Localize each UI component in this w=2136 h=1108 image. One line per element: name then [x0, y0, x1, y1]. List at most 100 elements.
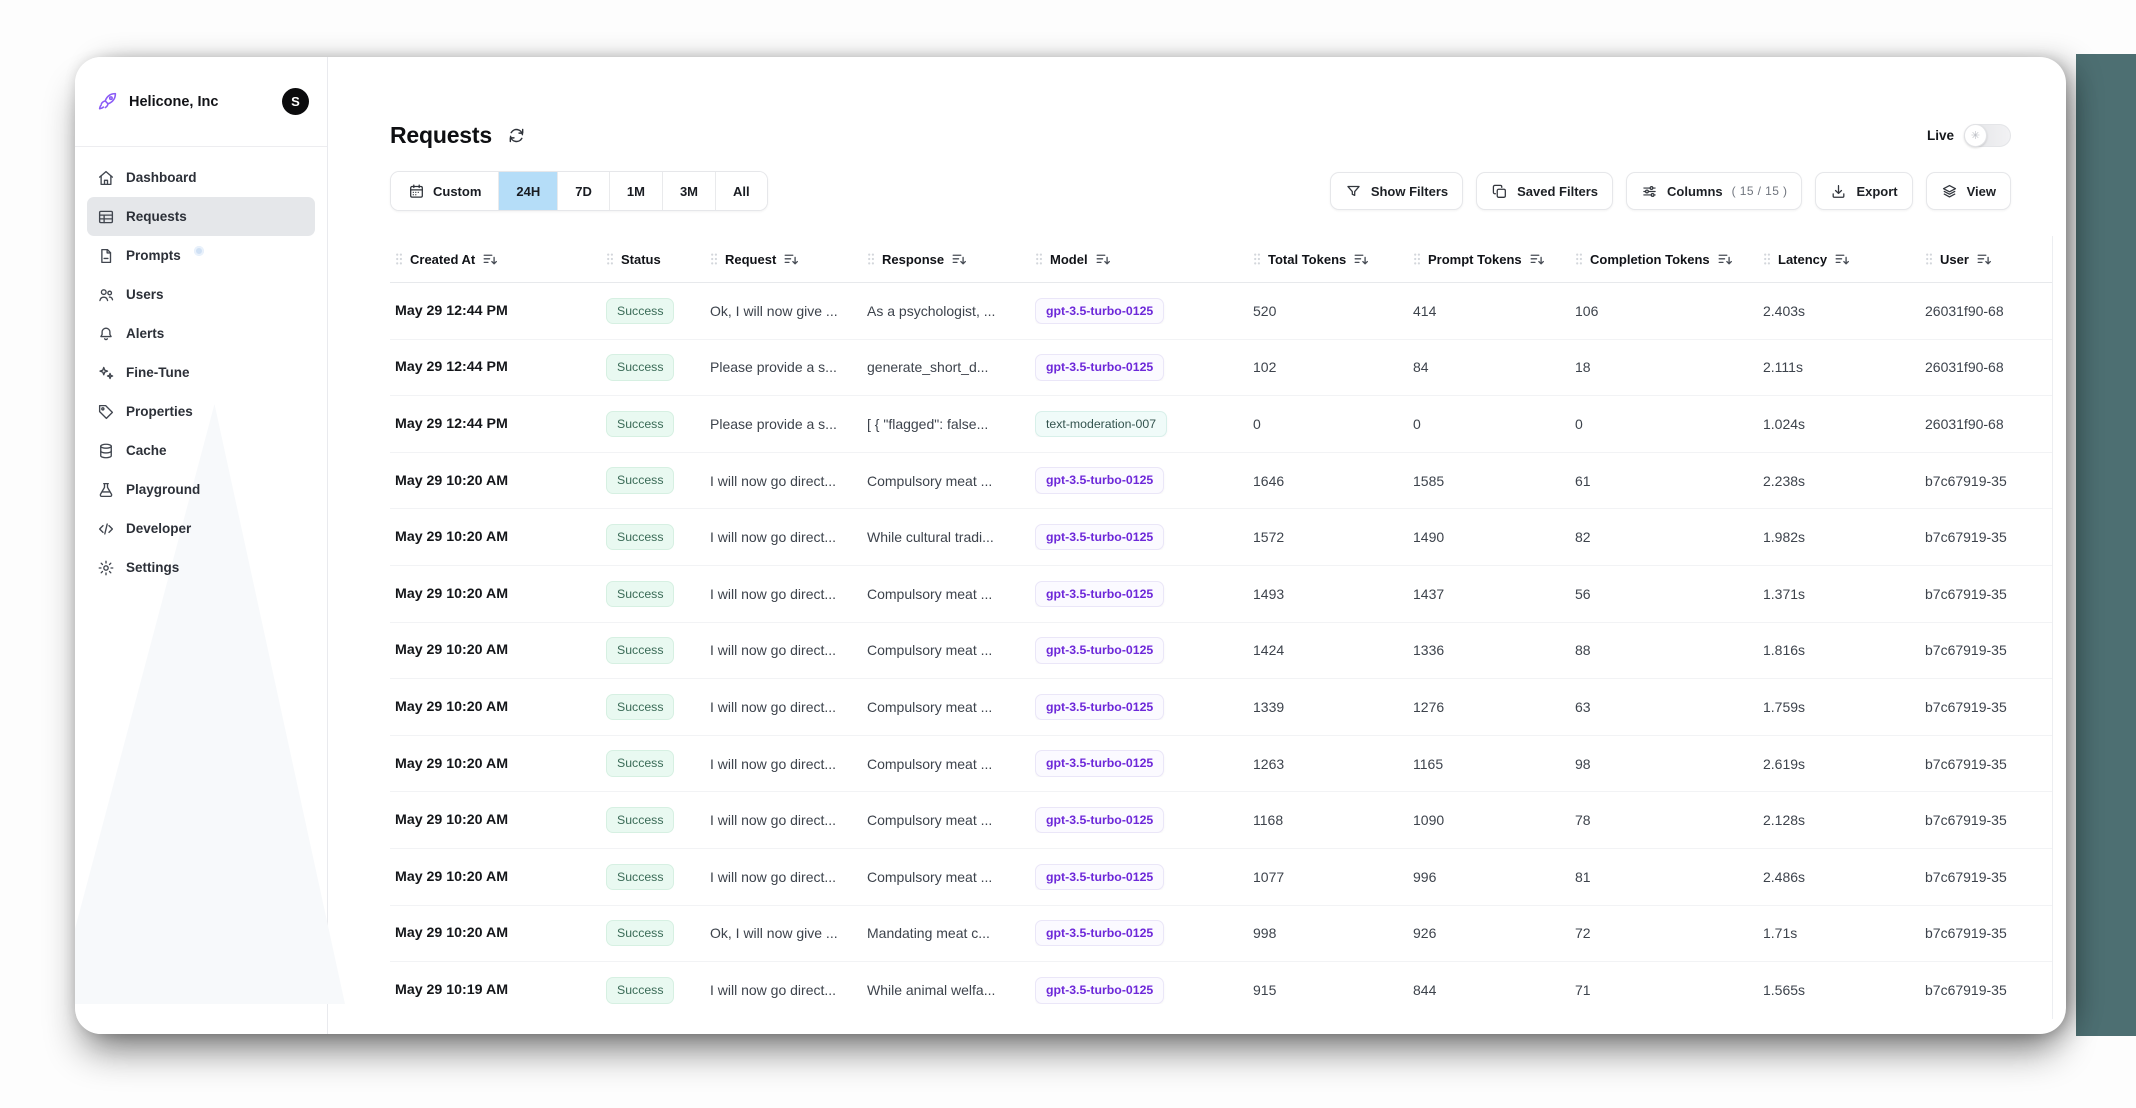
- table-row[interactable]: May 29 10:20 AM Success I will now go di…: [390, 736, 2052, 793]
- time-range-tab[interactable]: 3M: [662, 172, 715, 210]
- cell-response: Compulsory meat ...: [867, 812, 1035, 828]
- sidebar-item-users[interactable]: Users: [87, 275, 315, 314]
- cell-prompt-tokens: 1165: [1413, 756, 1575, 772]
- column-header-label: Request: [725, 252, 776, 267]
- toolbar-button[interactable]: Show Filters: [1330, 172, 1463, 210]
- column-header-status[interactable]: Status: [606, 252, 710, 267]
- time-range-tab[interactable]: All: [715, 172, 767, 210]
- table-row[interactable]: May 29 12:44 PM Success Please provide a…: [390, 396, 2052, 453]
- column-header-request[interactable]: Request: [710, 251, 867, 267]
- toolbar-button[interactable]: Columns ( 15 / 15 ): [1626, 172, 1802, 210]
- table-row[interactable]: May 29 10:20 AM Success I will now go di…: [390, 453, 2052, 510]
- table-body: May 29 12:44 PM Success Ok, I will now g…: [390, 283, 2052, 1019]
- new-badge: [194, 246, 204, 256]
- model-badge: gpt-3.5-turbo-0125: [1035, 298, 1164, 324]
- cell-response: Compulsory meat ...: [867, 473, 1035, 489]
- sidebar-item-settings[interactable]: Settings: [87, 548, 315, 587]
- drag-handle-icon[interactable]: [1763, 252, 1771, 266]
- avatar[interactable]: S: [282, 88, 309, 115]
- column-header-model[interactable]: Model: [1035, 251, 1253, 267]
- sidebar-item-fine-tune[interactable]: Fine-Tune: [87, 353, 315, 392]
- cell-request: I will now go direct...: [710, 473, 867, 489]
- table-row[interactable]: May 29 10:20 AM Success I will now go di…: [390, 792, 2052, 849]
- sort-icon[interactable]: [482, 251, 498, 267]
- column-header-completion[interactable]: Completion Tokens: [1575, 251, 1763, 267]
- toolbar-button-label: Show Filters: [1371, 184, 1448, 199]
- cell-completion-tokens: 18: [1575, 359, 1763, 375]
- sidebar-item-playground[interactable]: Playground: [87, 470, 315, 509]
- drag-handle-icon[interactable]: [867, 252, 875, 266]
- time-range-tab[interactable]: Custom: [391, 172, 498, 210]
- live-toggle[interactable]: ✳︎: [1964, 124, 2011, 147]
- toolbar-button[interactable]: View: [1926, 172, 2011, 210]
- org-switcher[interactable]: Helicone, Inc S: [75, 57, 327, 147]
- drag-handle-icon[interactable]: [1575, 252, 1583, 266]
- sort-icon[interactable]: [1095, 251, 1111, 267]
- column-header-created[interactable]: Created At: [390, 251, 606, 267]
- time-range-tab[interactable]: 24H: [498, 172, 557, 210]
- drag-handle-icon[interactable]: [710, 252, 718, 266]
- toolbar-button-label: Saved Filters: [1517, 184, 1598, 199]
- sidebar-item-developer[interactable]: Developer: [87, 509, 315, 548]
- bell-icon: [97, 325, 115, 343]
- table-row[interactable]: May 29 10:20 AM Success I will now go di…: [390, 566, 2052, 623]
- cell-model: gpt-3.5-turbo-0125: [1035, 977, 1253, 1003]
- table-row[interactable]: May 29 10:20 AM Success I will now go di…: [390, 679, 2052, 736]
- time-range-tab[interactable]: 7D: [557, 172, 609, 210]
- rocket-icon: [97, 91, 118, 112]
- column-header-prompt[interactable]: Prompt Tokens: [1413, 251, 1575, 267]
- column-header-latency[interactable]: Latency: [1763, 251, 1925, 267]
- drag-handle-icon[interactable]: [1413, 252, 1421, 266]
- status-badge: Success: [606, 864, 674, 890]
- sort-icon[interactable]: [1976, 251, 1992, 267]
- toolbar-button[interactable]: Saved Filters: [1476, 172, 1613, 210]
- cell-total-tokens: 1077: [1253, 869, 1413, 885]
- table-row[interactable]: May 29 10:19 AM Success I will now go di…: [390, 962, 2052, 1019]
- sidebar-item-requests[interactable]: Requests: [87, 197, 315, 236]
- cell-request: I will now go direct...: [710, 642, 867, 658]
- sort-icon[interactable]: [1834, 251, 1850, 267]
- cell-user: 26031f90-68: [1925, 303, 2053, 319]
- model-badge: gpt-3.5-turbo-0125: [1035, 750, 1164, 776]
- status-badge: Success: [606, 467, 674, 493]
- sidebar-item-properties[interactable]: Properties: [87, 392, 315, 431]
- sidebar-item-alerts[interactable]: Alerts: [87, 314, 315, 353]
- table-row[interactable]: May 29 10:20 AM Success Ok, I will now g…: [390, 906, 2052, 963]
- column-header-label: Latency: [1778, 252, 1827, 267]
- sidebar-item-cache[interactable]: Cache: [87, 431, 315, 470]
- cell-user: b7c67919-35: [1925, 473, 2053, 489]
- column-header-user[interactable]: User: [1925, 251, 2053, 267]
- table-row[interactable]: May 29 12:44 PM Success Ok, I will now g…: [390, 283, 2052, 340]
- cell-prompt-tokens: 996: [1413, 869, 1575, 885]
- sort-icon[interactable]: [1717, 251, 1733, 267]
- drag-handle-icon[interactable]: [1035, 252, 1043, 266]
- sparkles-icon: [97, 364, 115, 382]
- sort-icon[interactable]: [1353, 251, 1369, 267]
- refresh-icon[interactable]: [507, 126, 526, 145]
- cell-request: I will now go direct...: [710, 982, 867, 998]
- drag-handle-icon[interactable]: [606, 252, 614, 266]
- cell-user: b7c67919-35: [1925, 642, 2053, 658]
- toolbar-button[interactable]: Export: [1815, 172, 1912, 210]
- table-row[interactable]: May 29 10:20 AM Success I will now go di…: [390, 509, 2052, 566]
- drag-handle-icon[interactable]: [395, 252, 403, 266]
- cell-response: [ { "flagged": false...: [867, 416, 1035, 432]
- sort-icon[interactable]: [783, 251, 799, 267]
- column-header-total[interactable]: Total Tokens: [1253, 251, 1413, 267]
- sort-icon[interactable]: [1529, 251, 1545, 267]
- table-row[interactable]: May 29 10:20 AM Success I will now go di…: [390, 849, 2052, 906]
- table-row[interactable]: May 29 10:20 AM Success I will now go di…: [390, 623, 2052, 680]
- drag-handle-icon[interactable]: [1253, 252, 1261, 266]
- column-header-response[interactable]: Response: [867, 251, 1035, 267]
- sidebar-item-prompts[interactable]: Prompts: [87, 236, 315, 275]
- sidebar-item-label: Requests: [126, 209, 187, 224]
- drag-handle-icon[interactable]: [1925, 252, 1933, 266]
- table-row[interactable]: May 29 12:44 PM Success Please provide a…: [390, 340, 2052, 397]
- time-range-tab[interactable]: 1M: [609, 172, 662, 210]
- cell-completion-tokens: 61: [1575, 473, 1763, 489]
- sort-icon[interactable]: [951, 251, 967, 267]
- cell-completion-tokens: 82: [1575, 529, 1763, 545]
- sidebar-item-dashboard[interactable]: Dashboard: [87, 158, 315, 197]
- cell-prompt-tokens: 1437: [1413, 586, 1575, 602]
- column-header-label: Prompt Tokens: [1428, 252, 1522, 267]
